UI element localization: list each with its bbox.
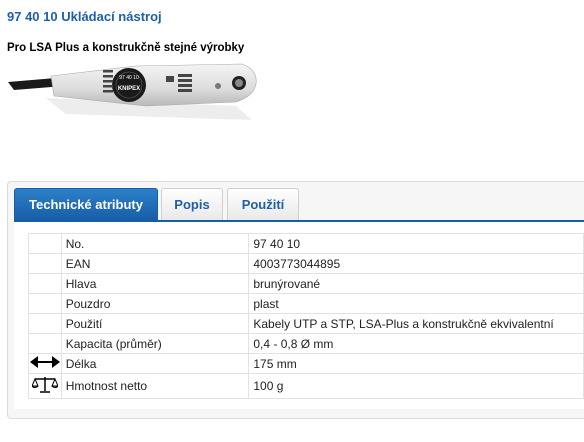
row-icon-cell [28, 333, 62, 354]
tab-description[interactable]: Popis [161, 188, 223, 220]
attribute-label: EAN [60, 253, 250, 274]
knipex-logo [112, 68, 146, 102]
attribute-value: 4003773044895 [248, 253, 584, 274]
table-row: Hlava brunýrované [28, 273, 584, 294]
attribute-value: 97 40 10 [248, 233, 584, 254]
tab-usage[interactable]: Použití [227, 188, 299, 220]
table-row: EAN 4003773044895 [28, 253, 584, 274]
attribute-label: No. [60, 233, 250, 254]
table-row: No. 97 40 10 [28, 233, 584, 254]
attribute-value: brunýrované [248, 273, 584, 294]
row-icon-cell [28, 353, 62, 374]
row-icon-cell [28, 373, 62, 399]
attribute-value: plast [248, 293, 584, 314]
attribute-label: Hlava [60, 273, 250, 294]
attribute-value: 0,4 - 0,8 Ø mm [248, 333, 584, 354]
tab-technical-attributes[interactable]: Technické atributy [14, 188, 158, 220]
table-row: Délka 175 mm [28, 353, 584, 374]
length-arrow-icon [29, 356, 60, 368]
row-icon-cell [28, 253, 62, 274]
product-subtitle: Pro LSA Plus a konstrukčně stejné výrobk… [7, 42, 245, 54]
attribute-value: 100 g [248, 373, 584, 399]
attribute-label: Použití [60, 313, 250, 334]
page-title: 97 40 10 Ukládací nástroj [7, 9, 162, 24]
attribute-value: 175 mm [248, 353, 584, 374]
row-icon-cell [28, 273, 62, 294]
product-image: 97 40 10 KNIPEX [8, 63, 257, 120]
attribute-value: Kabely UTP a STP, LSA-Plus a konstrukčně… [248, 313, 584, 334]
row-icon-cell [28, 313, 62, 334]
attribute-label: Hmotnost netto [60, 373, 250, 399]
row-icon-cell [28, 233, 62, 254]
attribute-label: Kapacita (průměr) [60, 333, 250, 354]
table-row: Pouzdro plast [28, 293, 584, 314]
table-row: Použití Kabely UTP a STP, LSA-Plus a kon… [28, 313, 584, 334]
logo-brand-text: KNIPEX [118, 86, 140, 92]
table-row: Kapacita (průměr) 0,4 - 0,8 Ø mm [28, 333, 584, 354]
attribute-label: Délka [60, 353, 250, 374]
table-row: Hmotnost netto 100 g [28, 373, 584, 399]
logo-code-text: 97 40 10 [119, 75, 139, 81]
attribute-label: Pouzdro [60, 293, 250, 314]
attributes-table: No. 97 40 10 EAN 4003773044895 Hlava bru… [28, 233, 584, 399]
row-icon-cell [28, 293, 62, 314]
scale-icon [31, 376, 59, 393]
